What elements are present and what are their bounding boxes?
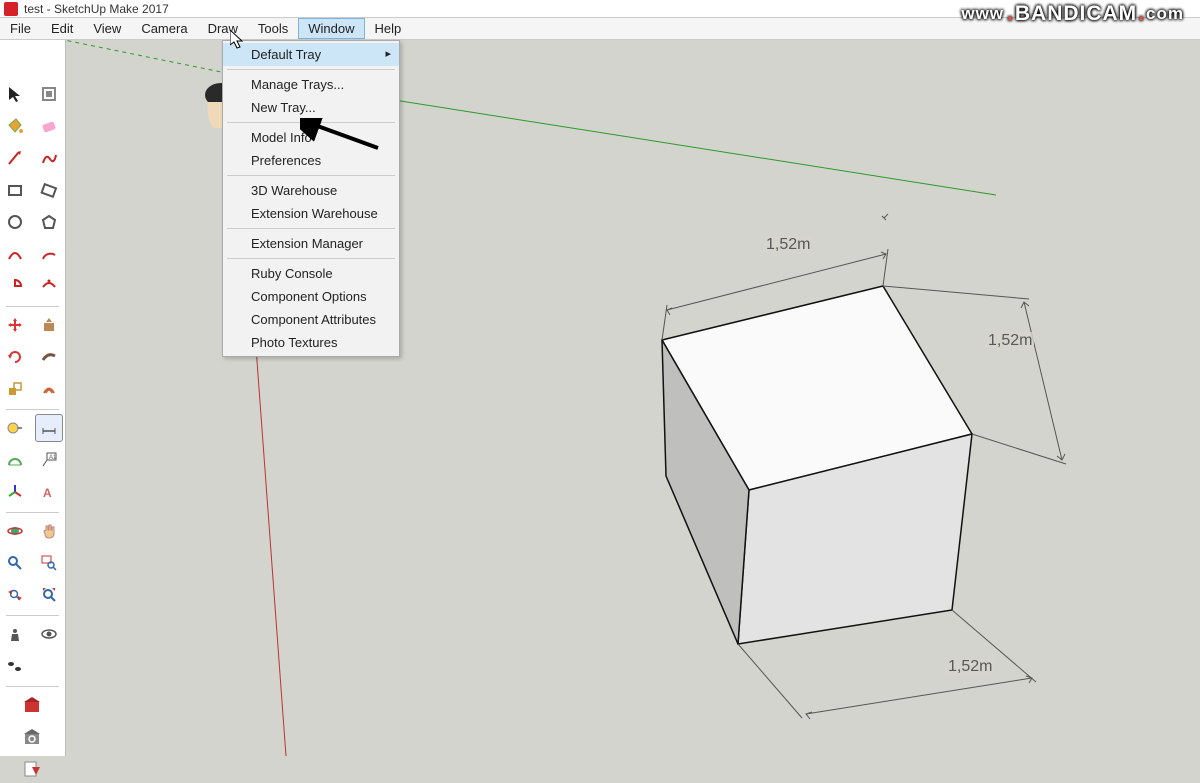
pie-tool[interactable] (1, 272, 29, 300)
eraser-tool[interactable] (35, 112, 63, 140)
window-title: test - SketchUp Make 2017 (24, 2, 169, 16)
tool-separator (6, 306, 59, 307)
dimension-tool[interactable] (35, 414, 63, 442)
dropdown-component-options[interactable]: Component Options (223, 285, 399, 308)
dropdown-sep (227, 69, 395, 70)
menu-camera[interactable]: Camera (131, 18, 197, 39)
polygon-tool[interactable] (35, 208, 63, 236)
menu-file[interactable]: File (0, 18, 41, 39)
scale-tool[interactable] (1, 375, 29, 403)
pan-tool[interactable] (35, 517, 63, 545)
line-tool[interactable] (1, 144, 29, 172)
dropdown-extension-manager[interactable]: Extension Manager (223, 232, 399, 255)
followme-tool[interactable] (35, 343, 63, 371)
rotate-tool[interactable] (1, 343, 29, 371)
dimension-right: 1,52m (986, 332, 1034, 350)
dropdown-preferences[interactable]: Preferences (223, 149, 399, 172)
dimension-top: 1,52m (764, 236, 812, 254)
menu-edit[interactable]: Edit (41, 18, 83, 39)
dropdown-new-tray[interactable]: New Tray... (223, 96, 399, 119)
move-tool[interactable] (1, 311, 29, 339)
window-dropdown: Default Tray Manage Trays... New Tray...… (222, 40, 400, 357)
paint-bucket-tool[interactable] (1, 112, 29, 140)
orbit-tool[interactable] (1, 517, 29, 545)
svg-text:A: A (43, 486, 52, 500)
send-to-layout-icon[interactable] (18, 755, 46, 783)
dropdown-sep (227, 258, 395, 259)
dropdown-ruby-console[interactable]: Ruby Console (223, 262, 399, 285)
rectangle-tool[interactable] (1, 176, 29, 204)
extension-warehouse-icon[interactable] (18, 723, 46, 751)
tool-separator (6, 409, 59, 410)
dropdown-extension-warehouse[interactable]: Extension Warehouse (223, 202, 399, 225)
zoom-extents-tool[interactable] (35, 581, 63, 609)
text-tool[interactable]: A1 (35, 446, 63, 474)
previous-view-tool[interactable] (1, 581, 29, 609)
zoom-tool[interactable] (1, 549, 29, 577)
axes-tool[interactable] (1, 478, 29, 506)
freehand-tool[interactable] (35, 144, 63, 172)
dimension-bottom: 1,52m (946, 658, 994, 676)
menu-window[interactable]: Window (298, 18, 364, 39)
position-camera-tool[interactable] (1, 620, 29, 648)
app-icon (4, 2, 18, 16)
offset-tool[interactable] (35, 375, 63, 403)
make-component-tool[interactable] (35, 80, 63, 108)
tool-separator (6, 512, 59, 513)
two-point-arc-tool[interactable] (35, 240, 63, 268)
dropdown-3d-warehouse[interactable]: 3D Warehouse (223, 179, 399, 202)
pushpull-tool[interactable] (35, 311, 63, 339)
menu-bar: File Edit View Camera Draw Tools Window … (0, 18, 1200, 40)
tool-separator (6, 615, 59, 616)
dropdown-model-info[interactable]: Model Info (223, 126, 399, 149)
arc-tool[interactable] (1, 240, 29, 268)
dropdown-sep (227, 228, 395, 229)
rotated-rectangle-tool[interactable] (35, 176, 63, 204)
dropdown-component-attributes[interactable]: Component Attributes (223, 308, 399, 331)
3d-text-tool[interactable]: A (35, 478, 63, 506)
look-around-tool[interactable] (35, 620, 63, 648)
menu-tools[interactable]: Tools (248, 18, 298, 39)
dropdown-manage-trays[interactable]: Manage Trays... (223, 73, 399, 96)
menu-draw[interactable]: Draw (198, 18, 248, 39)
menu-help[interactable]: Help (365, 18, 412, 39)
walk-tool[interactable] (1, 652, 29, 680)
select-tool[interactable] (1, 80, 29, 108)
title-bar: test - SketchUp Make 2017 (0, 0, 1200, 18)
dropdown-photo-textures[interactable]: Photo Textures (223, 331, 399, 354)
tape-measure-tool[interactable] (1, 414, 29, 442)
menu-view[interactable]: View (83, 18, 131, 39)
circle-tool[interactable] (1, 208, 29, 236)
dropdown-default-tray[interactable]: Default Tray (223, 43, 399, 66)
three-point-arc-tool[interactable] (35, 272, 63, 300)
tool-separator (6, 686, 59, 687)
3d-warehouse-icon[interactable] (18, 691, 46, 719)
left-toolbar: A1 A (0, 40, 66, 756)
zoom-window-tool[interactable] (35, 549, 63, 577)
dropdown-sep (227, 122, 395, 123)
dropdown-sep (227, 175, 395, 176)
protractor-tool[interactable] (1, 446, 29, 474)
svg-text:A1: A1 (49, 455, 57, 461)
